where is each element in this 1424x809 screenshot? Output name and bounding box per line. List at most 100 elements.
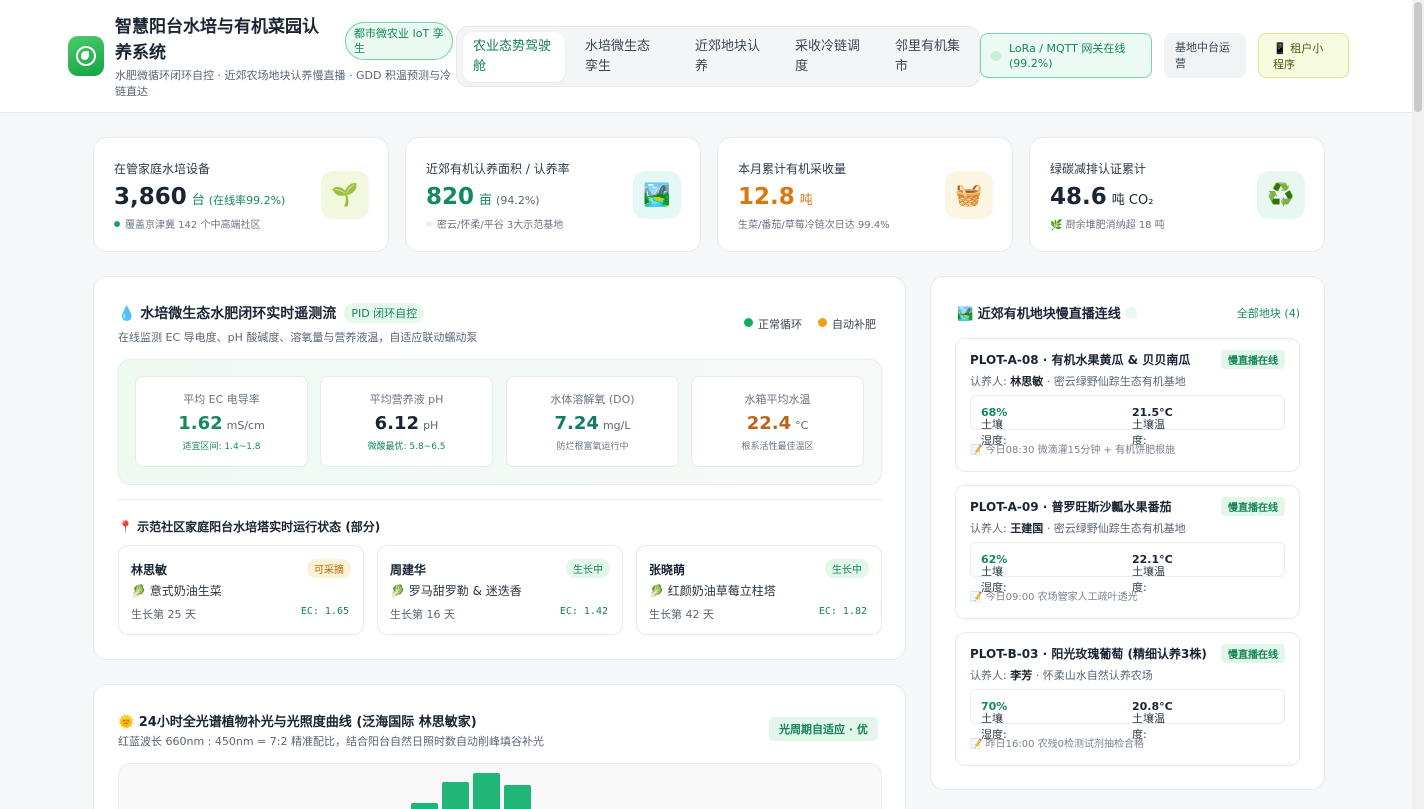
plot-title: PLOT-B-03 · 阳光玫瑰葡萄 (精细认养3株) — [970, 647, 1207, 661]
stat-note-text: 密云/怀柔/平谷 3大示范基地 — [437, 220, 564, 231]
metric-number: 6.12 — [374, 413, 420, 434]
live-badge: 慢直播在线 — [1221, 644, 1285, 663]
metric-label: 平均营养液 pH — [369, 393, 444, 406]
owner-label: 认养人: — [970, 522, 1011, 535]
globe-icon — [76, 46, 96, 66]
sun-icon: 🌞 — [118, 715, 135, 730]
tab-plot-adoption[interactable]: 近郊地块认养 — [685, 32, 775, 82]
seedling-icon: 🌱 — [321, 171, 369, 219]
panel-title-text: 水培微生态水肥闭环实时遥测流 — [140, 306, 337, 322]
green-dot-icon — [114, 221, 120, 227]
metric-label: 水箱平均水温 — [744, 393, 811, 406]
stat-label: 本月累计有机采收量 — [738, 162, 847, 176]
stat-label: 绿碳减排认证累计 — [1050, 162, 1147, 176]
stat-value: 12.8 吨 — [738, 182, 813, 216]
plot-card[interactable]: PLOT-B-03 · 阳光玫瑰葡萄 (精细认养3株) 慢直播在线 认养人: 李… — [955, 632, 1300, 766]
status-badge: 可采摘 — [307, 559, 351, 578]
plot-log-text: 今日08:30 微滴灌15分钟 + 有机饼肥根施 — [985, 445, 1176, 456]
tower-plant: 🥬 红颜奶油草莓立柱塔 — [649, 582, 776, 599]
green-dot-icon — [744, 318, 753, 327]
main-nav: 农业态势驾驶舱 水培微生态孪生 近郊地块认养 采收冷链调度 邻里有机集市 — [456, 26, 980, 87]
panel-title: 🏞️ 近郊有机地块慢直播连线 — [957, 303, 1138, 322]
stat-number: 820 — [426, 184, 475, 210]
tenant-miniapp-button[interactable]: 📱 租户小程序 — [1258, 33, 1349, 78]
page-scrollbar[interactable] — [1412, 0, 1424, 809]
tab-hydro-twin[interactable]: 水培微生态孪生 — [575, 32, 671, 82]
stat-extra: (在线率99.2%) — [208, 194, 286, 207]
tab-organic-market[interactable]: 邻里有机集市 — [885, 32, 975, 82]
tower-plant: 🥬 罗马甜罗勒 & 迷迭香 — [390, 582, 522, 599]
soil-temp: 土壤温度: 22.1°C — [1132, 553, 1173, 594]
gateway-status[interactable]: LoRa / MQTT 网关在线 (99.2%) — [980, 33, 1152, 78]
status-dot-icon — [991, 51, 1001, 61]
hydro-telemetry-panel: 💧 水培微生态水肥闭环实时遥测流 PID 闭环自控 在线监测 EC 导电度、pH … — [93, 276, 906, 660]
metric-value: 22.4 °C — [692, 413, 863, 434]
tab-dashboard[interactable]: 农业态势驾驶舱 — [463, 32, 565, 82]
stat-note-text: 覆盖京津冀 142 个中高端社区 — [125, 220, 261, 231]
tower-days: 生长第 42 天 — [649, 608, 714, 621]
legend-auto-fert: 自动补肥 — [818, 316, 876, 332]
memo-icon: 📝 — [970, 739, 983, 750]
light-bar-chart — [118, 763, 882, 809]
live-badge: 慢直播在线 — [1221, 350, 1285, 369]
metrics-strip: 平均 EC 电导率 1.62 mS/cm 适宜区间: 1.4~1.8 平均营养液 … — [118, 359, 882, 485]
stat-number: 12.8 — [738, 184, 795, 210]
basket-icon: 🧺 — [945, 171, 993, 219]
panel-title: 🌞 24小时全光谱植物补光与光照度曲线 (泛海国际 林思敏家) — [118, 711, 477, 730]
pin-icon: 📍 — [118, 520, 133, 534]
leaf-icon: 🥬 — [390, 584, 405, 598]
stat-unit: 吨 CO₂ — [1111, 193, 1154, 208]
stat-label: 在管家庭水培设备 — [114, 162, 211, 176]
leaf-icon: 🥬 — [649, 584, 664, 598]
owner-label: 认养人: — [970, 375, 1011, 388]
metric-number: 1.62 — [178, 413, 223, 434]
status-badge: 生长中 — [566, 559, 610, 578]
tower-days: 生长第 25 天 — [131, 608, 196, 621]
plot-title: PLOT-A-08 · 有机水果黄瓜 & 贝贝南瓜 — [970, 353, 1191, 367]
stat-note: 覆盖京津冀 142 个中高端社区 — [114, 216, 260, 231]
tower-days: 生长第 16 天 — [390, 608, 455, 621]
stat-unit: 吨 — [799, 193, 813, 208]
plot-log: 📝 昨日16:00 农残0检测试剂抽检合格 — [970, 735, 1144, 750]
plot-log: 📝 今日08:30 微滴灌15分钟 + 有机饼肥根施 — [970, 441, 1175, 456]
phone-icon: 📱 — [1273, 42, 1287, 55]
all-plots-link[interactable]: 全部地块 (4) — [1237, 305, 1300, 321]
stat-number: 48.6 — [1050, 184, 1107, 210]
soil-moisture: 土壤湿度: 68% — [981, 406, 1007, 447]
panel-subtitle: 红蓝波长 660nm : 450nm = 7:2 精准配比，结合阳台自然日照时数… — [118, 735, 544, 748]
scrollbar-thumb[interactable] — [1414, 2, 1422, 112]
droplet-icon: 💧 — [118, 306, 136, 322]
legend-label: 正常循环 — [758, 318, 802, 331]
app-subtitle: 水肥微循环闭环自控 · 近郊农场地块认养慢直播 · GDD 积温预测与冷链直达 — [115, 69, 451, 98]
light-bar — [442, 782, 469, 809]
stat-note: 🌿 厨余堆肥消纳超 18 吨 — [1050, 216, 1165, 231]
stat-card-carbon: 绿碳减排认证累计 48.6 吨 CO₂ 🌿 厨余堆肥消纳超 18 吨 ♻️ — [1029, 137, 1325, 252]
plot-owner: 认养人: 王建国 · 密云绿野仙踪生态有机基地 — [970, 520, 1186, 536]
light-chart-svg — [411, 773, 531, 809]
light-bar — [411, 803, 438, 809]
metric-label: 平均 EC 电导率 — [183, 393, 260, 406]
tower-card[interactable]: 林思敏 可采摘 🥬 意式奶油生菜 生长第 25 天 EC: 1.65 — [118, 545, 364, 635]
tower-card[interactable]: 周建华 生长中 🥬 罗马甜罗勒 & 迷迭香 生长第 16 天 EC: 1.42 — [377, 545, 623, 635]
plot-card[interactable]: PLOT-A-08 · 有机水果黄瓜 & 贝贝南瓜 慢直播在线 认养人: 林思敏… — [955, 338, 1300, 472]
stat-value: 3,860 台 (在线率99.2%) — [114, 182, 285, 216]
section-divider — [118, 499, 882, 500]
iot-twin-badge: 都市微农业 IoT 孪生 — [345, 22, 453, 60]
towers-heading-text: 示范社区家庭阳台水培塔实时运行状态 (部分) — [137, 520, 381, 534]
app-logo — [68, 36, 104, 76]
metric-water-temp: 水箱平均水温 22.4 °C 根系活性最佳温区 — [691, 376, 864, 467]
metric-note: 微酸最优: 5.8~6.5 — [367, 442, 446, 452]
tower-card[interactable]: 张晓萌 生长中 🥬 红颜奶油草莓立柱塔 生长第 42 天 EC: 1.82 — [636, 545, 882, 635]
soil-temp: 土壤温度: 20.8°C — [1132, 700, 1173, 741]
plot-sensors: 土壤湿度: 68% 土壤温度: 21.5°C — [970, 395, 1285, 447]
metric-ph: 平均营养液 pH 6.12 pH 微酸最优: 5.8~6.5 — [320, 376, 493, 467]
plot-card[interactable]: PLOT-A-09 · 普罗旺斯沙瓤水果番茄 慢直播在线 认养人: 王建国 · … — [955, 485, 1300, 619]
stat-note-text: 厨余堆肥消纳超 18 吨 — [1065, 220, 1165, 231]
plot-log: 📝 今日09:00 农场管家人工疏叶透光 — [970, 588, 1138, 603]
hub-ops-button[interactable]: 基地中台运营 — [1164, 33, 1246, 78]
stat-label: 近郊有机认养面积 / 认养率 — [426, 162, 570, 176]
tab-harvest-coldchain[interactable]: 采收冷链调度 — [785, 32, 875, 82]
stat-unit: 亩 — [479, 193, 493, 208]
stat-number: 3,860 — [114, 184, 187, 210]
memo-icon: 📝 — [970, 445, 983, 456]
